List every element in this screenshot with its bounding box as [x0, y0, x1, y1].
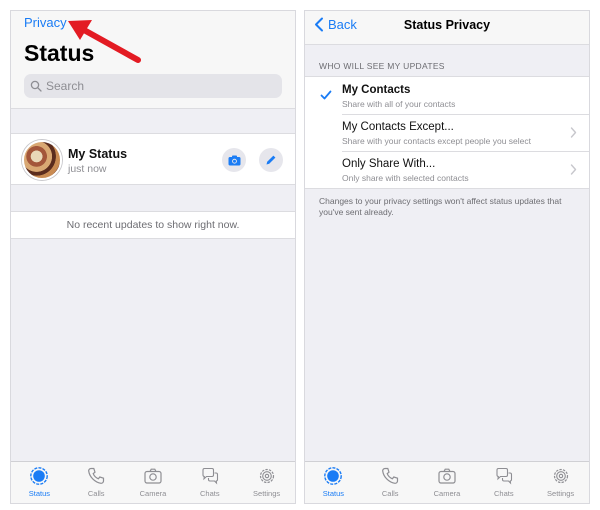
tab-calls[interactable]: Calls	[68, 462, 125, 503]
tab-label: Status	[322, 489, 345, 498]
phone-icon	[88, 467, 105, 484]
camera-icon	[228, 155, 240, 165]
tab-calls[interactable]: Calls	[362, 462, 419, 503]
my-status-time: just now	[68, 163, 107, 175]
tab-bar: Status Calls Camera Chats Settings	[11, 461, 295, 503]
tab-label: Chats	[199, 489, 220, 498]
avatar[interactable]	[22, 140, 62, 180]
search-icon	[30, 80, 42, 92]
tab-bar: Status Calls Camera Chats Settings	[305, 461, 589, 503]
status-privacy-screen: Back Status Privacy WHO WILL SEE MY UPDA…	[304, 10, 590, 504]
option-label: Only Share With...	[342, 158, 436, 170]
footer-note: Changes to your privacy settings won't a…	[319, 196, 562, 217]
status-icon	[30, 467, 49, 485]
option-my-contacts-except[interactable]: My Contacts Except... Share with your co…	[305, 114, 589, 151]
checkmark-icon	[320, 90, 332, 100]
status-header: Privacy Status	[11, 11, 295, 109]
chat-icon	[496, 467, 512, 485]
status-icon	[324, 467, 343, 485]
empty-updates-message: No recent updates to show right now.	[11, 211, 295, 239]
pencil-button[interactable]	[259, 148, 283, 172]
chevron-right-icon	[570, 164, 577, 175]
gear-icon	[259, 468, 274, 484]
search-input[interactable]	[46, 79, 246, 93]
navigation-bar: Back Status Privacy	[305, 11, 589, 45]
camera-button[interactable]	[222, 148, 246, 172]
tab-chats[interactable]: Chats	[181, 462, 238, 503]
option-my-contacts[interactable]: My Contacts Share with all of your conta…	[305, 77, 589, 114]
tab-status[interactable]: Status	[305, 462, 362, 503]
pencil-icon	[266, 155, 276, 165]
chat-icon	[202, 467, 218, 485]
tab-label: Camera	[433, 489, 461, 498]
my-status-row[interactable]: My Status just now	[11, 133, 295, 185]
option-description: Share with your contacts except people y…	[342, 136, 531, 146]
option-description: Only share with selected contacts	[342, 173, 469, 183]
page-title: Status Privacy	[403, 18, 491, 32]
tab-camera[interactable]: Camera	[419, 462, 476, 503]
tab-label: Chats	[493, 489, 514, 498]
tab-label: Calls	[87, 489, 105, 498]
camera-icon	[144, 468, 162, 484]
privacy-link[interactable]: Privacy	[24, 15, 67, 30]
option-only-share-with[interactable]: Only Share With... Only share with selec…	[305, 151, 589, 188]
tab-settings[interactable]: Settings	[238, 462, 295, 503]
search-bar[interactable]	[24, 74, 282, 98]
privacy-options-list: My Contacts Share with all of your conta…	[305, 76, 589, 189]
option-description: Share with all of your contacts	[342, 99, 456, 109]
tab-chats[interactable]: Chats	[475, 462, 532, 503]
tab-label: Settings	[253, 489, 281, 498]
phone-icon	[382, 467, 399, 484]
option-label: My Contacts	[342, 84, 411, 96]
tab-settings[interactable]: Settings	[532, 462, 589, 503]
tab-status[interactable]: Status	[11, 462, 68, 503]
tab-label: Status	[28, 489, 51, 498]
tab-label: Camera	[139, 489, 167, 498]
gear-icon	[553, 468, 568, 484]
tab-label: Calls	[381, 489, 399, 498]
option-label: My Contacts Except...	[342, 121, 454, 133]
chevron-right-icon	[570, 127, 577, 138]
my-status-name: My Status	[68, 147, 128, 161]
tab-camera[interactable]: Camera	[125, 462, 182, 503]
tab-label: Settings	[547, 489, 575, 498]
status-screen: Privacy Status My Status just now	[10, 10, 296, 504]
section-header: WHO WILL SEE MY UPDATES	[319, 61, 445, 71]
camera-icon	[438, 468, 456, 484]
red-arrow-annotation	[68, 20, 141, 63]
